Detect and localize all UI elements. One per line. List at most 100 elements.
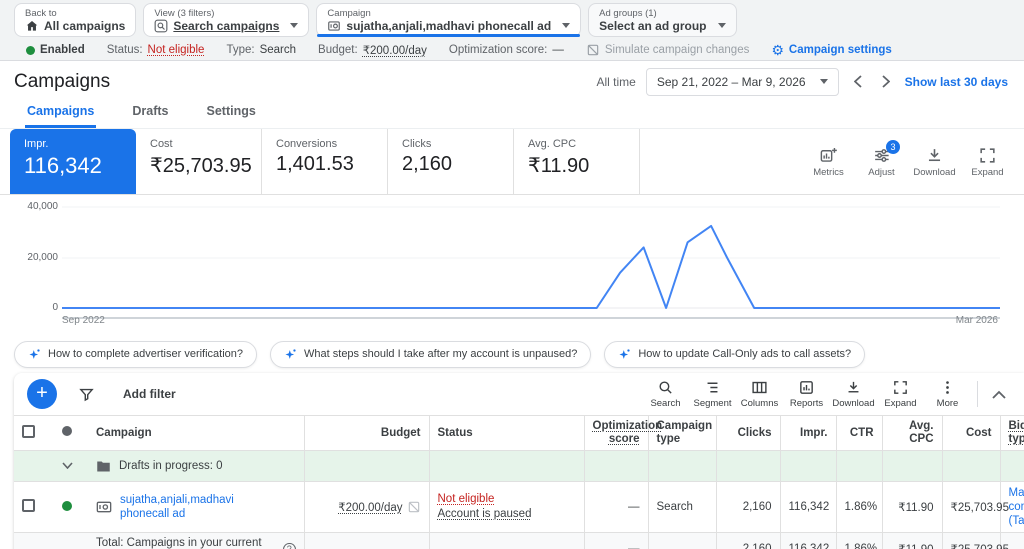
row-avg-cpc: ₹11.90 [881, 481, 942, 533]
impressions-time-series-chart[interactable]: 40,000 20,000 0 Sep 2022 Mar 2026 [0, 195, 1024, 335]
adjust-badge: 3 [886, 139, 900, 154]
help-icon[interactable]: ? [283, 542, 296, 549]
total-row-label: Total: Campaigns in your current view [96, 537, 262, 549]
optimization-score-label: Optimization score: [448, 44, 548, 56]
column-header-impr[interactable]: Impr. [779, 416, 836, 451]
scorecard-cost[interactable]: Cost ₹25,703.95 [136, 129, 262, 194]
column-header-avg-cpc[interactable]: Avg. CPC [881, 416, 942, 451]
chevron-down-icon [717, 23, 726, 28]
table-header-row: Campaign Budget Status Optimization scor… [14, 416, 1024, 451]
view-label: View (3 filters) [154, 7, 215, 19]
row-budget-value[interactable]: ₹200.00/day [338, 500, 402, 514]
metrics-button[interactable]: Metrics [804, 146, 853, 178]
scorecard-conversions[interactable]: Conversions 1,401.53 [262, 129, 388, 194]
column-header-ctr[interactable]: CTR [835, 416, 882, 451]
row-status-value[interactable]: Not eligible [438, 492, 576, 507]
type-value: Search [259, 44, 297, 56]
search-box-icon [154, 19, 168, 32]
select-all-checkbox[interactable] [22, 424, 35, 438]
suggestion-chip-account-unpaused[interactable]: What steps should I take after my accoun… [270, 340, 592, 368]
campaign-icon [328, 20, 341, 31]
campaign-label: Campaign [327, 7, 371, 19]
scorecard-avg-cpc[interactable]: Avg. CPC ₹11.90 [514, 129, 640, 194]
ad-group-selector[interactable]: Ad groups (1) Select an ad group [588, 3, 737, 37]
view-filter-selector[interactable]: View (3 filters) Search campaigns [143, 3, 310, 37]
download-icon [928, 148, 941, 161]
drafts-in-progress-row[interactable]: Drafts in progress: 0 [14, 450, 1024, 482]
table-expand-button[interactable]: Expand [877, 379, 924, 409]
campaigns-table: Campaign Budget Status Optimization scor… [14, 416, 1024, 549]
column-header-campaign-type[interactable]: Campaign type [647, 416, 716, 451]
ytick-0: 0 [52, 302, 58, 313]
row-checkbox[interactable] [22, 499, 35, 512]
crossed-image-icon [587, 44, 599, 56]
gear-icon: ⚙ [771, 42, 784, 58]
chart-expand-button[interactable]: Expand [963, 146, 1012, 178]
ai-suggestion-chips: How to complete advertiser verification?… [0, 335, 1024, 373]
scorecard-clicks[interactable]: Clicks 2,160 [388, 129, 514, 194]
campaign-icon [96, 501, 112, 513]
show-last-30-days-link[interactable]: Show last 30 days [905, 75, 1008, 89]
type-label: Type: [226, 44, 255, 56]
table-search-button[interactable]: Search [642, 379, 689, 409]
campaign-enabled-dot[interactable] [62, 500, 72, 511]
column-header-budget[interactable]: Budget [303, 416, 429, 451]
status-value[interactable]: Not eligible [148, 44, 205, 56]
ad-group-value: Select an ad group [599, 18, 707, 33]
metric-scorecards: Impr. 116,342 Cost ₹25,703.95 Conversion… [0, 129, 1024, 195]
tab-drafts[interactable]: Drafts [130, 102, 170, 128]
row-status-reason[interactable]: Account is paused [438, 507, 576, 522]
tab-settings[interactable]: Settings [205, 102, 258, 128]
enabled-label[interactable]: Enabled [40, 44, 85, 56]
previous-period-button[interactable] [849, 73, 867, 91]
campaign-name-link[interactable]: sujatha,anjali,madhavi phonecall ad [120, 493, 234, 521]
date-range-selector[interactable]: Sep 21, 2022 – Mar 9, 2026 [645, 67, 839, 96]
reports-button[interactable]: Reports [783, 379, 830, 409]
campaign-row[interactable]: sujatha,anjali,madhavi phonecall ad ₹200… [14, 481, 1024, 533]
chart-download-button[interactable]: Download [910, 146, 959, 178]
impressions-chart-line [62, 224, 1000, 309]
budget-value[interactable]: ₹200.00/day [363, 43, 427, 57]
scorecard-impressions[interactable]: Impr. 116,342 [10, 129, 136, 194]
filter-button[interactable] [78, 386, 95, 403]
column-header-clicks[interactable]: Clicks [715, 416, 780, 451]
row-bid-strategy-link[interactable]: Maximize conversions (Target CPA) [1009, 487, 1024, 527]
chevron-down-icon [819, 79, 828, 84]
more-button[interactable]: More [924, 379, 971, 409]
collapse-table-button[interactable] [984, 390, 1014, 399]
add-filter-button[interactable]: Add filter [123, 387, 176, 401]
back-to-all-campaigns-button[interactable]: Back to All campaigns [14, 3, 137, 37]
suggestion-chip-call-assets[interactable]: How to update Call-Only ads to call asse… [604, 340, 866, 368]
page-header: Campaigns All time Sep 21, 2022 – Mar 9,… [0, 61, 1024, 102]
campaign-settings-button[interactable]: ⚙ Campaign settings [771, 43, 891, 57]
total-ctr: 1.86% [835, 532, 882, 549]
status-dot-filter[interactable] [62, 426, 72, 436]
adjust-button[interactable]: 3 Adjust [857, 139, 906, 178]
sub-tabs: Campaigns Drafts Settings [0, 102, 1024, 129]
column-header-status[interactable]: Status [428, 416, 584, 451]
next-period-button[interactable] [877, 73, 895, 91]
row-campaign-type: Search [647, 481, 716, 533]
xlabel-end: Mar 2026 [955, 315, 998, 326]
xlabel-start: Sep 2022 [62, 315, 105, 326]
table-download-button[interactable]: Download [830, 379, 877, 409]
column-header-campaign[interactable]: Campaign [88, 416, 304, 451]
ytick-20000: 20,000 [27, 252, 58, 263]
segment-button[interactable]: Segment [689, 379, 736, 409]
new-campaign-button[interactable]: + [27, 379, 57, 409]
ad-groups-label: Ad groups (1) [599, 7, 657, 19]
simulate-campaign-changes-button[interactable]: Simulate campaign changes [586, 43, 749, 57]
budget-label: Budget: [318, 44, 358, 56]
column-header-cost[interactable]: Cost [941, 416, 1000, 451]
date-context-label: All time [596, 74, 636, 89]
campaign-selector[interactable]: Campaign sujatha,anjali,madhavi phonecal… [316, 3, 582, 37]
table-total-row: Total: Campaigns in your current view ? … [14, 532, 1024, 549]
suggestion-chip-advertiser-verification[interactable]: How to complete advertiser verification? [14, 340, 258, 368]
metrics-chart-icon [820, 147, 837, 162]
chevron-down-icon[interactable] [62, 462, 73, 469]
column-header-bid-strategy-type[interactable]: Bid strategy type [1009, 420, 1024, 445]
drafts-row-label: Drafts in progress: 0 [119, 460, 223, 472]
table-toolbar: + Add filter Search Segment Columns Repo… [14, 373, 1024, 416]
tab-campaigns[interactable]: Campaigns [25, 102, 97, 128]
columns-button[interactable]: Columns [736, 379, 783, 409]
